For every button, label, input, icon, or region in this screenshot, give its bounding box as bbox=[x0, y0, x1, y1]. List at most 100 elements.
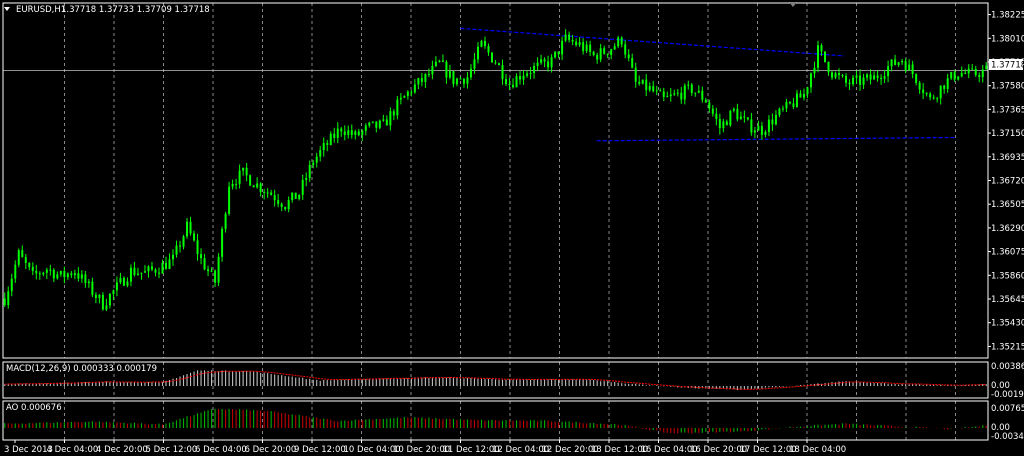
time-scale-label: 4 Dec 04:00 bbox=[47, 445, 99, 455]
candle-body bbox=[855, 75, 858, 78]
candle-body bbox=[890, 59, 893, 67]
candle-body bbox=[575, 41, 578, 46]
candle-body bbox=[3, 298, 6, 306]
candle-body bbox=[182, 236, 185, 247]
time-scale-label: 18 Dec 04:00 bbox=[789, 445, 846, 455]
candle-body bbox=[596, 54, 599, 60]
candle-body bbox=[627, 54, 630, 59]
candle-body bbox=[603, 48, 606, 54]
candle-body bbox=[673, 93, 676, 95]
candle-body bbox=[284, 206, 287, 210]
candle-body bbox=[179, 245, 182, 247]
candle-body bbox=[434, 61, 437, 66]
candle-body bbox=[946, 78, 949, 89]
candle-body bbox=[908, 64, 911, 71]
candle-body bbox=[336, 128, 339, 138]
candle-body bbox=[382, 119, 385, 121]
candle-body bbox=[462, 78, 465, 84]
current-price-marker: 1.37718 bbox=[989, 59, 1024, 71]
candle-body bbox=[424, 73, 427, 82]
candle-body bbox=[498, 63, 501, 66]
candle-body bbox=[413, 84, 416, 93]
candle-body bbox=[186, 221, 189, 237]
candle-body bbox=[389, 111, 392, 126]
candle-body bbox=[294, 192, 297, 199]
candle-body bbox=[157, 272, 160, 274]
candle-body bbox=[21, 250, 24, 258]
candle-body bbox=[831, 72, 834, 78]
candle-body bbox=[645, 79, 648, 91]
candle-body bbox=[592, 51, 595, 55]
candle-body bbox=[792, 103, 795, 107]
candle-body bbox=[7, 291, 10, 306]
candle-body bbox=[838, 73, 841, 76]
candle-body bbox=[764, 131, 767, 135]
candle-body bbox=[136, 273, 139, 275]
candle-body bbox=[939, 85, 942, 99]
candle-body bbox=[981, 69, 984, 78]
candle-body bbox=[638, 81, 641, 84]
candle-body bbox=[816, 45, 819, 68]
candle-body bbox=[329, 133, 332, 145]
candle-body bbox=[308, 164, 311, 179]
candle-body bbox=[767, 119, 770, 132]
candle-body bbox=[473, 59, 476, 69]
time-scale-label: 6 Dec 20:00 bbox=[245, 445, 297, 455]
chart-shift-marker-icon[interactable] bbox=[789, 2, 797, 7]
candle-body bbox=[150, 266, 153, 270]
candle-body bbox=[399, 97, 402, 100]
candle-body bbox=[753, 130, 756, 133]
candle-body bbox=[98, 294, 101, 298]
candle-body bbox=[904, 60, 907, 71]
candle-body bbox=[641, 79, 644, 84]
ao-scale-bottom: -0.00342 bbox=[991, 432, 1024, 442]
candle-body bbox=[298, 194, 301, 199]
candle-body bbox=[536, 62, 539, 66]
chart-window[interactable]: 1.382251.380101.377951.375801.373651.371… bbox=[0, 0, 1024, 456]
candle-body bbox=[480, 40, 483, 47]
candle-body bbox=[585, 44, 588, 51]
candle-body bbox=[193, 233, 196, 241]
candle-body bbox=[957, 76, 960, 80]
candle-body bbox=[915, 74, 918, 83]
time-scale-label: 4 Dec 20:00 bbox=[96, 445, 148, 455]
candle-body bbox=[950, 72, 953, 79]
candle-body bbox=[105, 305, 108, 310]
candle-body bbox=[410, 91, 413, 93]
candle-body bbox=[901, 60, 904, 63]
candle-body bbox=[245, 167, 248, 176]
candle-body bbox=[659, 90, 662, 92]
candle-body bbox=[112, 290, 115, 294]
candle-body bbox=[834, 73, 837, 78]
candle-body bbox=[490, 52, 493, 63]
candle-body bbox=[84, 274, 87, 284]
candle-body bbox=[189, 221, 192, 234]
candle-body bbox=[960, 72, 963, 77]
candle-body bbox=[115, 282, 118, 291]
candle-body bbox=[936, 98, 939, 100]
time-scale-label: 9 Dec 12:00 bbox=[294, 445, 346, 455]
candle-body bbox=[845, 75, 848, 83]
candle-body bbox=[270, 192, 273, 196]
candle-body bbox=[235, 183, 238, 185]
candle-body bbox=[256, 183, 259, 188]
candle-body bbox=[820, 45, 823, 52]
candle-body bbox=[771, 119, 774, 125]
candle-body bbox=[143, 271, 146, 273]
candle-body bbox=[322, 143, 325, 151]
triangle-down-icon[interactable] bbox=[4, 7, 10, 11]
candle-body bbox=[512, 84, 515, 88]
candle-body bbox=[301, 179, 304, 195]
candle-body bbox=[883, 76, 886, 79]
candle-body bbox=[63, 271, 66, 278]
candle-body bbox=[375, 121, 378, 128]
candle-body bbox=[561, 40, 564, 55]
candle-body bbox=[781, 108, 784, 110]
candle-body bbox=[263, 191, 266, 193]
candle-body bbox=[862, 77, 865, 85]
candle-body bbox=[694, 92, 697, 94]
candle-body bbox=[280, 203, 283, 207]
candle-body bbox=[494, 62, 497, 64]
macd-label: MACD(12,26,9) 0.000333 0.000179 bbox=[6, 364, 157, 374]
candle-body bbox=[70, 273, 73, 276]
